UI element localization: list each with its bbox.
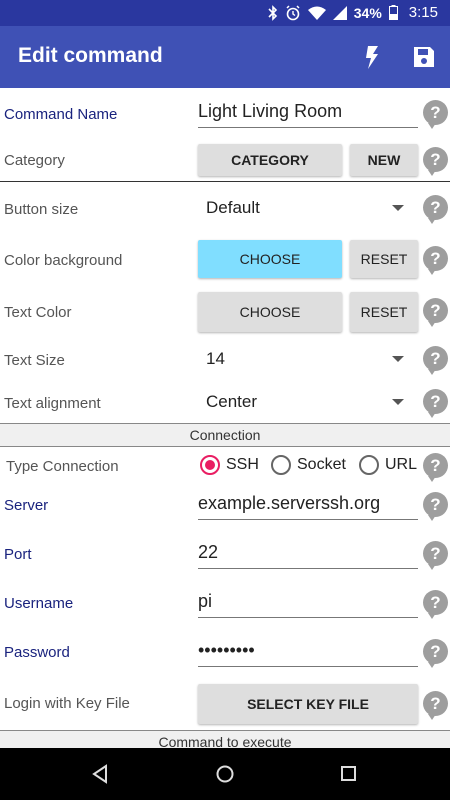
- help-icon[interactable]: ?: [423, 590, 448, 619]
- button-size-select[interactable]: Default: [206, 195, 418, 221]
- radio-url[interactable]: URL: [359, 455, 417, 475]
- text-alignment-select[interactable]: Center: [206, 389, 418, 415]
- help-icon[interactable]: ?: [423, 346, 448, 375]
- home-icon[interactable]: [215, 764, 235, 789]
- key-file-label: Login with Key File: [4, 695, 130, 712]
- signal-icon: [332, 5, 347, 20]
- connection-section-header: Connection: [0, 423, 450, 447]
- radio-socket-label: Socket: [297, 456, 346, 473]
- help-icon[interactable]: ?: [423, 246, 448, 275]
- page-title: Edit command: [18, 44, 163, 67]
- edit-form: Command Name Light Living Room ? Categor…: [0, 88, 450, 748]
- help-icon[interactable]: ?: [423, 492, 448, 521]
- help-icon[interactable]: ?: [423, 147, 448, 176]
- type-connection-label: Type Connection: [6, 458, 119, 475]
- divider: [0, 181, 450, 182]
- help-icon[interactable]: ?: [423, 691, 448, 720]
- command-name-label: Command Name: [4, 106, 118, 123]
- wifi-icon: [307, 6, 326, 20]
- help-icon[interactable]: ?: [423, 195, 448, 224]
- server-label: Server: [4, 497, 49, 514]
- button-size-value: Default: [206, 198, 260, 217]
- port-input[interactable]: 22: [198, 539, 418, 569]
- save-icon[interactable]: [410, 43, 438, 71]
- help-icon[interactable]: ?: [423, 100, 448, 129]
- dropdown-arrow-icon: [392, 205, 404, 211]
- command-section-header: Command to execute: [0, 730, 450, 748]
- recents-icon[interactable]: [340, 764, 358, 789]
- color-background-label: Color background: [4, 252, 123, 269]
- text-color-label: Text Color: [4, 304, 72, 321]
- reset-background-color-button[interactable]: RESET: [350, 240, 418, 278]
- port-label: Port: [4, 546, 32, 563]
- help-icon[interactable]: ?: [423, 541, 448, 570]
- dropdown-arrow-icon: [392, 356, 404, 362]
- radio-unselected-icon: [271, 455, 291, 475]
- select-key-file-button[interactable]: SELECT KEY FILE: [198, 684, 418, 724]
- back-icon[interactable]: [91, 764, 109, 789]
- radio-ssh[interactable]: SSH: [200, 455, 259, 475]
- help-icon[interactable]: ?: [423, 389, 448, 418]
- help-icon[interactable]: ?: [423, 298, 448, 327]
- username-input[interactable]: pi: [198, 588, 418, 618]
- new-category-button[interactable]: NEW: [350, 144, 418, 176]
- choose-background-color-button[interactable]: CHOOSE: [198, 240, 342, 278]
- button-size-label: Button size: [4, 201, 79, 218]
- help-icon[interactable]: ?: [423, 639, 448, 668]
- dropdown-arrow-icon: [392, 399, 404, 405]
- choose-text-color-button[interactable]: CHOOSE: [198, 292, 342, 332]
- radio-socket[interactable]: Socket: [271, 455, 346, 475]
- battery-icon: [388, 5, 398, 20]
- reset-text-color-button[interactable]: RESET: [350, 292, 418, 332]
- radio-ssh-label: SSH: [226, 456, 259, 473]
- text-alignment-label: Text alignment: [4, 395, 101, 412]
- alarm-icon: [285, 4, 301, 21]
- app-bar: Edit command: [0, 26, 450, 88]
- category-label: Category: [4, 152, 65, 169]
- radio-unselected-icon: [359, 455, 379, 475]
- status-bar: 34% 3:15: [0, 0, 450, 26]
- server-input[interactable]: example.serverssh.org: [198, 490, 418, 520]
- password-label: Password: [4, 644, 70, 661]
- text-size-select[interactable]: 14: [206, 346, 418, 372]
- category-button[interactable]: CATEGORY: [198, 144, 342, 176]
- battery-percent: 34%: [353, 4, 382, 21]
- password-input[interactable]: •••••••••: [198, 637, 418, 667]
- username-label: Username: [4, 595, 74, 612]
- navigation-bar: [0, 748, 450, 800]
- clock: 3:15: [408, 4, 438, 21]
- text-alignment-value: Center: [206, 392, 258, 411]
- command-name-input[interactable]: Light Living Room: [198, 98, 418, 128]
- text-size-label: Text Size: [4, 352, 65, 369]
- text-size-value: 14: [206, 349, 225, 368]
- help-icon[interactable]: ?: [423, 453, 448, 482]
- flash-icon[interactable]: [358, 43, 386, 71]
- radio-url-label: URL: [385, 456, 418, 473]
- bluetooth-icon: [268, 4, 278, 21]
- radio-selected-icon: [200, 455, 220, 475]
